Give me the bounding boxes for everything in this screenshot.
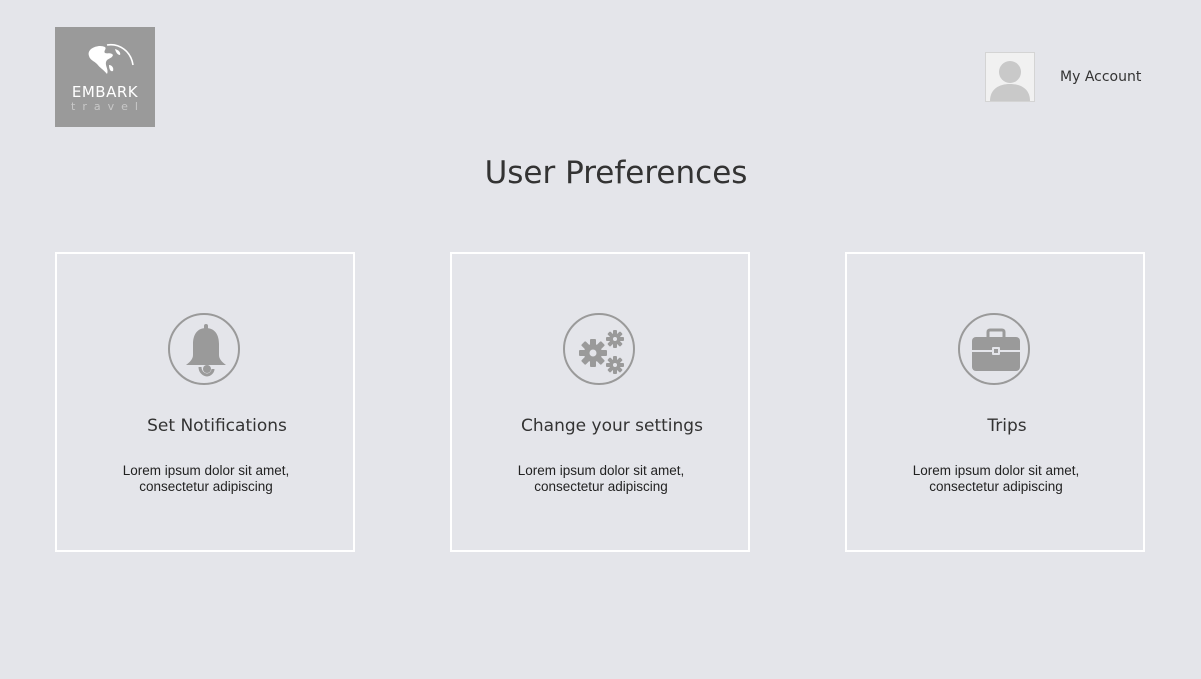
logo-brand-text: EMBARK (71, 83, 139, 101)
card-icon-circle (168, 313, 240, 385)
bell-icon (186, 324, 226, 377)
my-account-link[interactable]: My Account (1060, 67, 1141, 87)
card-icon-circle (563, 313, 635, 385)
card-title: Trips (987, 416, 1027, 436)
logo-tagline-text: travel (71, 100, 145, 113)
card-title: Change your settings (521, 416, 703, 436)
page-title: User Preferences (484, 155, 748, 191)
card-description: Lorem ipsum dolor sit amet, consectetur … (122, 463, 290, 494)
gears-icon (579, 330, 624, 374)
user-avatar[interactable] (985, 52, 1035, 102)
user-avatar-icon (990, 61, 1030, 101)
card-description: Lorem ipsum dolor sit amet, consectetur … (517, 463, 685, 494)
card-change-settings[interactable]: Change your settings Lorem ipsum dolor s… (450, 252, 750, 552)
globe-icon (88, 43, 134, 74)
card-description: Lorem ipsum dolor sit amet, consectetur … (912, 463, 1080, 494)
card-icon-circle (958, 313, 1030, 385)
embark-logo[interactable]: EMBARK travel (55, 27, 155, 127)
card-title: Set Notifications (147, 416, 287, 436)
card-trips[interactable]: Trips Lorem ipsum dolor sit amet, consec… (845, 252, 1145, 552)
briefcase-icon (972, 328, 1020, 371)
card-set-notifications[interactable]: Set Notifications Lorem ipsum dolor sit … (55, 252, 355, 552)
